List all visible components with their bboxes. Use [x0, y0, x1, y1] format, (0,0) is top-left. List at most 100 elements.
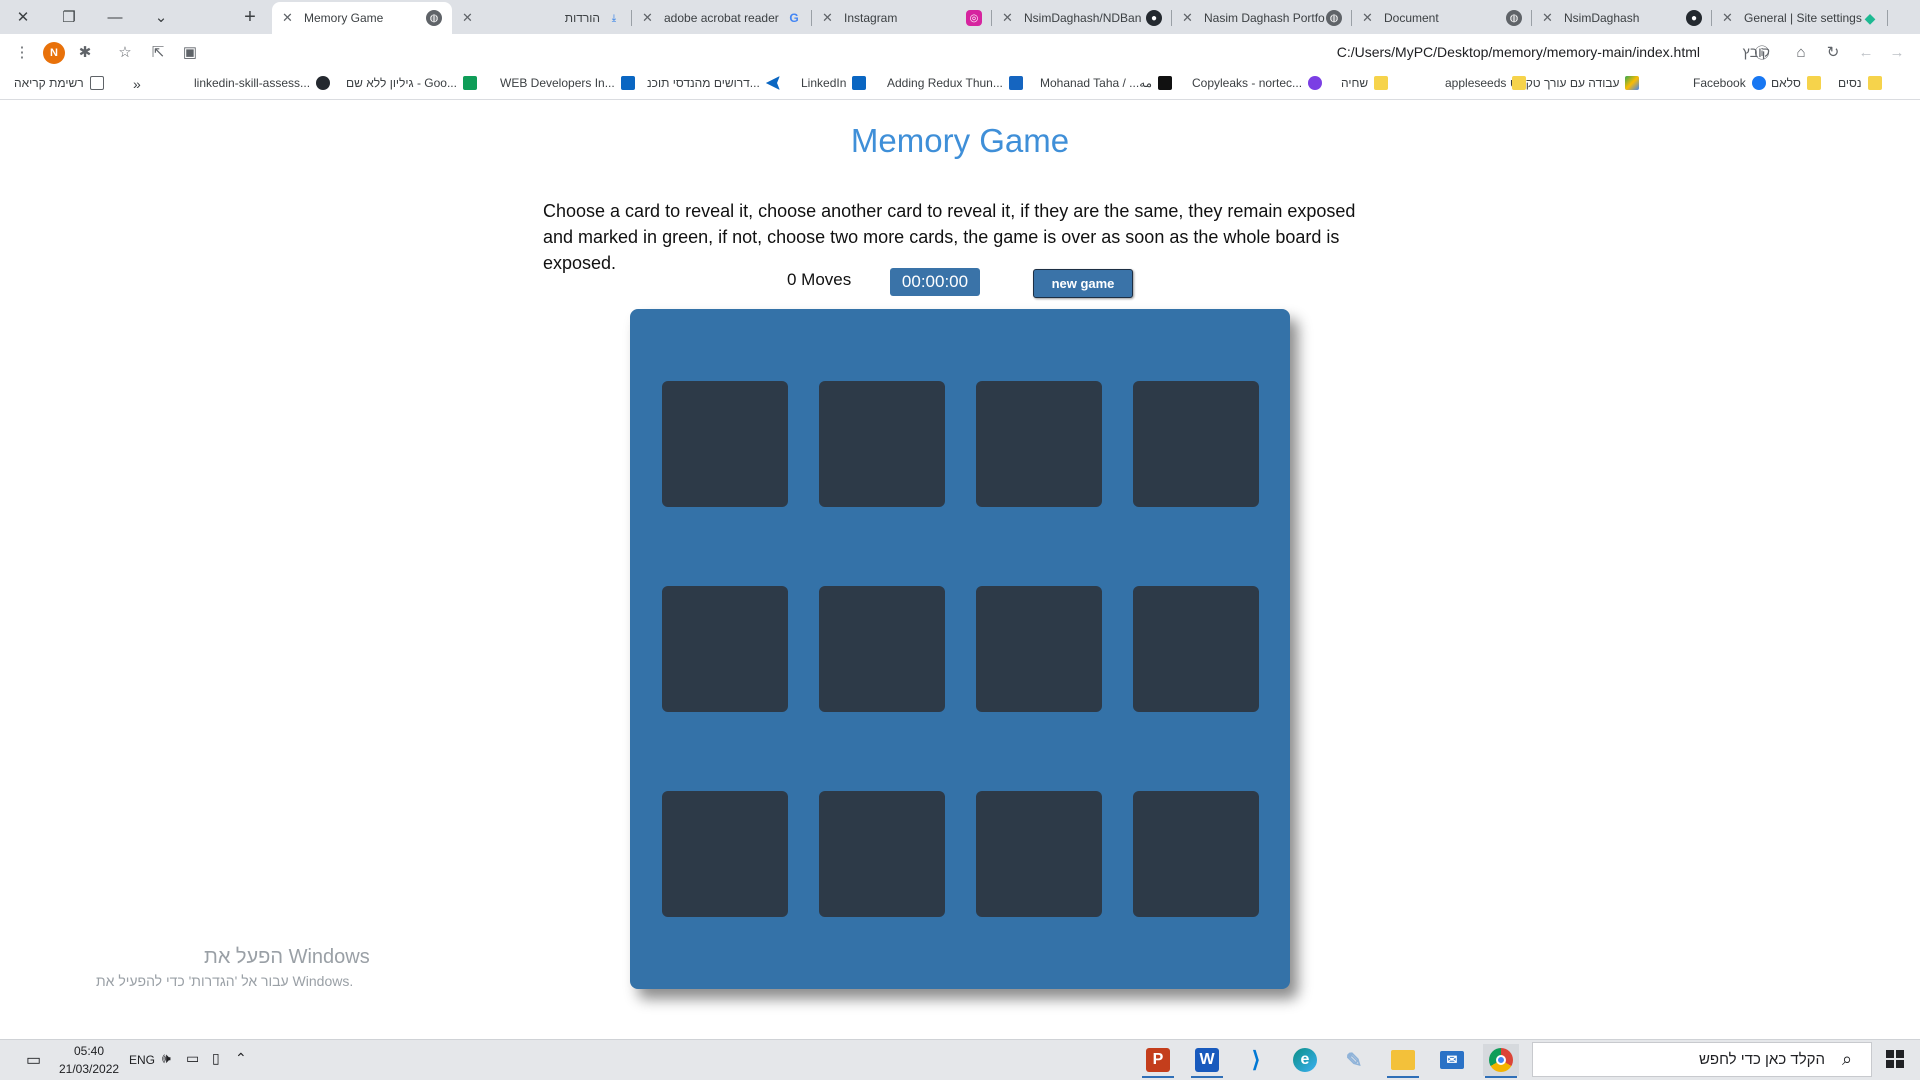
- bookmark-item[interactable]: Adding Redux Thun...: [887, 76, 1023, 90]
- reading-list-button[interactable]: רשימת קריאה: [14, 76, 104, 90]
- video-icon: [1008, 76, 1023, 90]
- tab-title: הורדות: [564, 11, 600, 25]
- bookmark-item[interactable]: Copyleaks - nortec...: [1192, 76, 1323, 90]
- back-icon[interactable]: ←: [1856, 42, 1876, 62]
- tab-adobe[interactable]: ✕ adobe acrobat reader G: [632, 2, 812, 34]
- extensions-icon[interactable]: ✱: [75, 42, 95, 62]
- game-instructions: Choose a card to reveal it, choose anoth…: [543, 201, 1356, 273]
- running-indicator: [1142, 1076, 1174, 1078]
- tab-portfolio[interactable]: ✕ Nasim Daghash Portfo ◍: [1172, 2, 1352, 34]
- tab-separator: [1887, 10, 1888, 26]
- tab-github-profile[interactable]: ✕ NsimDaghash ●: [1532, 2, 1712, 34]
- reload-icon[interactable]: ↻: [1823, 42, 1843, 62]
- minimize-window-button[interactable]: —: [92, 2, 138, 32]
- tab-memory-game[interactable]: ✕ Memory Game ◍: [272, 2, 452, 34]
- notification-icon[interactable]: ▭: [26, 1050, 41, 1070]
- language-indicator[interactable]: ENG: [129, 1053, 155, 1067]
- memory-card[interactable]: [662, 381, 788, 507]
- game-timer: 00:00:00: [890, 268, 980, 296]
- tab-instagram[interactable]: ✕ Instagram ◎: [812, 2, 992, 34]
- bookmark-item[interactable]: Mohanad Taha / ...مه: [1040, 76, 1173, 90]
- bookmark-item[interactable]: LinkedIn: [801, 76, 867, 90]
- tab-github-ndban[interactable]: ✕ NsimDaghash/NDBan ●: [992, 2, 1172, 34]
- bookmark-label: WEB Developers In...: [500, 76, 615, 90]
- bookmark-item[interactable]: גיליון ללא שם - Goo...: [346, 76, 477, 90]
- powerpoint-icon[interactable]: P: [1140, 1044, 1176, 1078]
- memory-card[interactable]: [819, 791, 945, 917]
- bookmark-item[interactable]: עבודה עם עורך טקסט: [1510, 76, 1640, 90]
- bookmark-label: נסים: [1838, 76, 1862, 90]
- clock-date[interactable]: 21/03/2022: [59, 1062, 119, 1076]
- tab-close-icon[interactable]: ✕: [1002, 10, 1018, 26]
- bookmark-star-icon[interactable]: ☆: [115, 42, 135, 62]
- close-window-button[interactable]: ✕: [0, 2, 46, 32]
- windows-start-icon[interactable]: [1886, 1050, 1904, 1068]
- bookmark-label: Mohanad Taha / ...مه: [1040, 76, 1153, 90]
- taskbar-search-input[interactable]: הקלד כאן כדי לחפש: [1532, 1042, 1872, 1077]
- tab-search-button[interactable]: ⌄: [138, 2, 184, 32]
- folder-icon: [1806, 76, 1821, 90]
- vscode-icon[interactable]: ⟩: [1238, 1044, 1274, 1076]
- memory-card[interactable]: [819, 381, 945, 507]
- bookmark-item[interactable]: appleseeds: [1445, 76, 1527, 90]
- new-tab-button[interactable]: +: [236, 4, 264, 30]
- new-game-button[interactable]: new game: [1033, 269, 1133, 298]
- memory-card[interactable]: [1133, 791, 1259, 917]
- paint-icon[interactable]: ✎: [1336, 1044, 1372, 1076]
- page-title: Memory Game: [850, 122, 1070, 159]
- device-icon[interactable]: ▯: [212, 1050, 220, 1067]
- word-icon[interactable]: W: [1189, 1044, 1225, 1078]
- memory-card[interactable]: [662, 586, 788, 712]
- bookmark-item[interactable]: שחיה: [1341, 76, 1389, 90]
- memory-card[interactable]: [1133, 381, 1259, 507]
- cast-icon[interactable]: ▣: [180, 42, 200, 62]
- tab-close-icon[interactable]: ✕: [462, 10, 478, 26]
- edge-icon[interactable]: e: [1287, 1044, 1323, 1076]
- bookmark-item[interactable]: דרושים מהנדסי תוכנ...: [647, 76, 780, 90]
- bookmark-item[interactable]: WEB Developers In...: [500, 76, 635, 90]
- address-url[interactable]: C:/Users/MyPC/Desktop/memory/memory-main…: [1337, 44, 1700, 60]
- memory-card[interactable]: [976, 791, 1102, 917]
- restore-window-button[interactable]: ❐: [46, 2, 92, 32]
- share-icon[interactable]: ⇱: [148, 42, 168, 62]
- tab-close-icon[interactable]: ✕: [282, 10, 298, 26]
- chevron-up-icon[interactable]: ⌃: [235, 1050, 247, 1067]
- menu-icon[interactable]: ⋮: [12, 42, 32, 62]
- bookmark-label: שחיה: [1341, 76, 1369, 90]
- tab-close-icon[interactable]: ✕: [1182, 10, 1198, 26]
- more-bookmarks-button[interactable]: »: [133, 76, 141, 92]
- tab-close-icon[interactable]: ✕: [1542, 10, 1558, 26]
- file-explorer-icon[interactable]: [1385, 1044, 1421, 1078]
- forward-icon[interactable]: →: [1887, 42, 1907, 62]
- memory-card[interactable]: [976, 586, 1102, 712]
- tab-close-icon[interactable]: ✕: [822, 10, 838, 26]
- site-info-icon[interactable]: ⓘ: [1752, 42, 1772, 62]
- tab-site-settings[interactable]: ✕ General | Site settings ◆: [1712, 2, 1888, 34]
- tab-document[interactable]: ✕ Document ◍: [1352, 2, 1532, 34]
- tab-close-icon[interactable]: ✕: [1722, 10, 1738, 26]
- activation-watermark-title: הפעל את Windows: [204, 946, 370, 968]
- linkedin-icon: [852, 76, 867, 90]
- tab-title: NsimDaghash/NDBan: [1024, 11, 1142, 25]
- memory-card[interactable]: [662, 791, 788, 917]
- chrome-icon[interactable]: [1483, 1044, 1519, 1078]
- bookmark-item[interactable]: linkedin-skill-assess...: [194, 76, 331, 90]
- bookmark-item[interactable]: Facebook: [1693, 76, 1766, 90]
- download-icon: ⤓: [611, 12, 617, 24]
- tab-downloads[interactable]: ✕ הורדות ⤓: [452, 2, 632, 34]
- memory-card[interactable]: [976, 381, 1102, 507]
- network-icon[interactable]: ▭: [186, 1050, 199, 1067]
- bookmark-item[interactable]: נסים: [1838, 76, 1882, 90]
- bookmark-item[interactable]: סלאם: [1771, 76, 1821, 90]
- folder-icon: [1512, 76, 1527, 90]
- memory-card[interactable]: [1133, 586, 1259, 712]
- home-icon[interactable]: ⌂: [1791, 42, 1811, 62]
- memory-card[interactable]: [819, 586, 945, 712]
- avatar[interactable]: N: [43, 42, 65, 64]
- mail-icon[interactable]: ✉: [1434, 1044, 1470, 1076]
- globe-icon: ◍: [1506, 10, 1522, 26]
- clock-time[interactable]: 05:40: [74, 1044, 104, 1058]
- volume-icon[interactable]: 🕪: [162, 1050, 171, 1067]
- tab-close-icon[interactable]: ✕: [1362, 10, 1378, 26]
- tab-close-icon[interactable]: ✕: [642, 10, 658, 26]
